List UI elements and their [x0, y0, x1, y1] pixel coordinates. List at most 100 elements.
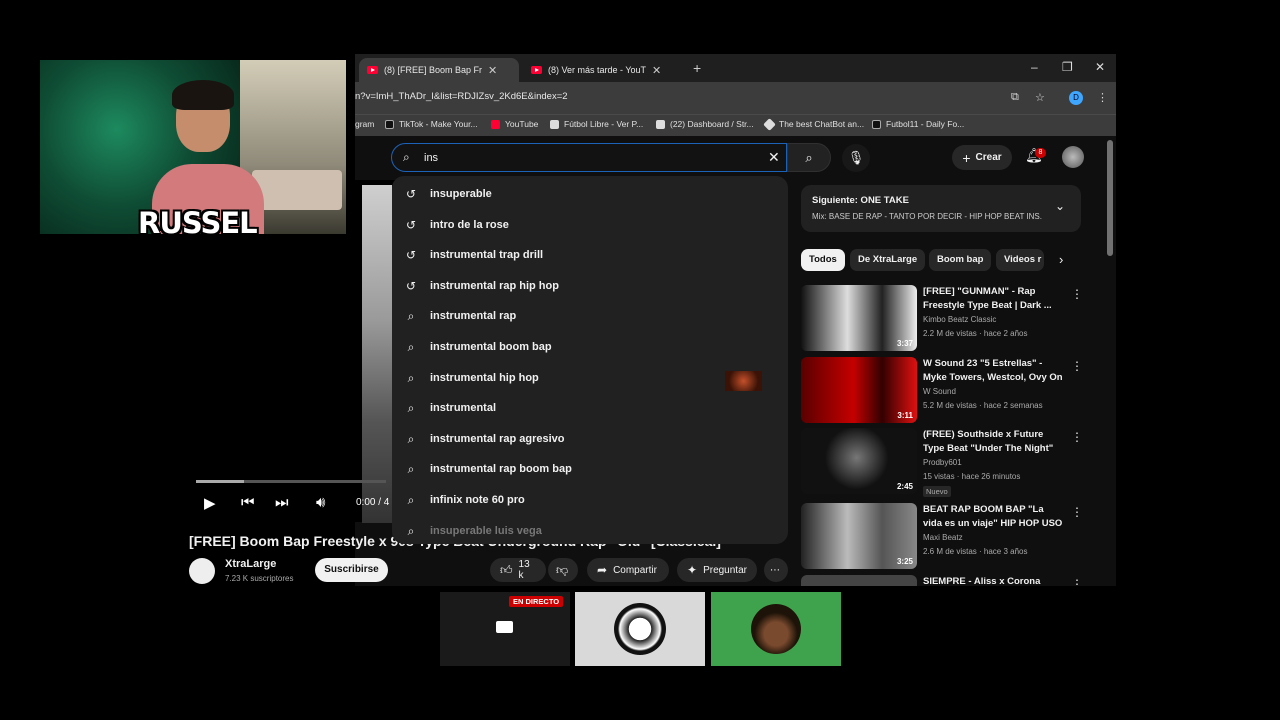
more-vertical-icon[interactable]: ⋮: [1071, 505, 1083, 519]
up-next-panel[interactable]: Siguiente: ONE TAKE Mix: BASE DE RAP - T…: [801, 185, 1081, 232]
chevron-down-icon[interactable]: ⌄: [1055, 199, 1065, 213]
live-thumbnail[interactable]: EN DIRECTO: [440, 592, 570, 666]
suggestion-item[interactable]: ⌕ infinix note 60 pro: [392, 485, 788, 515]
related-channel[interactable]: Kimbo Beatz Classic: [923, 315, 996, 324]
video-thumbnail[interactable]: 2:45: [801, 428, 917, 494]
dislike-button[interactable]: 👎︎: [548, 558, 578, 582]
bookmark-item[interactable]: TikTok - Make Your...: [385, 119, 478, 129]
related-video[interactable]: 3:11 W Sound 23 "5 Estrellas" - Myke Tow…: [801, 357, 1091, 425]
video-thumbnail[interactable]: [801, 575, 917, 586]
chevron-right-icon[interactable]: ›: [1059, 252, 1063, 267]
related-title[interactable]: (FREE) Southside x Future Type Beat "Und…: [923, 428, 1063, 456]
like-button[interactable]: 👍︎ 13 k: [490, 558, 546, 582]
share-button[interactable]: ➦ Compartir: [587, 558, 669, 582]
url-text[interactable]: n?v=ImH_ThADr_I&list=RDJIZsv_2Kd6E&index…: [355, 91, 568, 102]
thumbs-down-icon: 👎︎: [556, 562, 569, 577]
related-channel[interactable]: W Sound: [923, 387, 956, 396]
bookmark-item[interactable]: Futbol11 - Daily Fo...: [872, 119, 964, 129]
related-title[interactable]: [FREE] "GUNMAN" - Rap Freestyle Type Bea…: [923, 285, 1063, 313]
search-icon: ⌕: [407, 370, 415, 385]
related-title[interactable]: BEAT RAP BOOM BAP "La vida es un viaje" …: [923, 503, 1063, 531]
suggestion-item[interactable]: ⌕ instrumental rap agresivo: [392, 424, 788, 454]
suggestion-item[interactable]: ⌕ instrumental hip hop: [392, 363, 788, 393]
related-video[interactable]: 3:25 BEAT RAP BOOM BAP "La vida es un vi…: [801, 503, 1091, 571]
more-vertical-icon[interactable]: ⋮: [1071, 359, 1083, 373]
chip-todos[interactable]: Todos: [801, 249, 845, 271]
bookmarks-bar: gram TikTok - Make Your... YouTube Fútbo…: [355, 114, 1116, 136]
suggestion-item[interactable]: ⌕ insuperable luis vega: [392, 516, 788, 544]
related-channel[interactable]: Prodby601: [923, 458, 962, 467]
search-button[interactable]: ⌕: [787, 143, 831, 172]
install-app-icon[interactable]: ⧉: [1011, 91, 1019, 104]
address-bar[interactable]: n?v=ImH_ThADr_I&list=RDJIZsv_2Kd6E&index…: [355, 82, 1116, 114]
voice-search-button[interactable]: 🎙︎: [842, 144, 870, 172]
tab-ver-mas-tarde[interactable]: (8) Ver más tarde - YouTube ✕: [523, 58, 683, 82]
bookmark-item[interactable]: The best ChatBot an...: [763, 117, 864, 131]
chip-de-xtralarge[interactable]: De XtraLarge: [850, 249, 926, 271]
more-vertical-icon[interactable]: ⋮: [1071, 287, 1083, 301]
user-avatar[interactable]: [1062, 146, 1084, 168]
bookmark-star-icon[interactable]: ☆: [1035, 91, 1045, 104]
suggestion-item[interactable]: ⌕ instrumental boom bap: [392, 332, 788, 362]
subscribe-button[interactable]: Suscribirse: [315, 558, 388, 582]
suggestion-item[interactable]: ↺ instrumental trap drill: [392, 240, 788, 270]
search-icon: ⌕: [805, 150, 813, 165]
next-icon[interactable]: ⏭: [275, 494, 289, 511]
bookmark-item[interactable]: gram: [355, 119, 374, 129]
play-icon[interactable]: ▶: [204, 494, 216, 512]
search-icon: ⌕: [407, 492, 415, 507]
browser-menu-icon[interactable]: ⋮: [1097, 91, 1108, 104]
up-next-subtitle: Mix: BASE DE RAP - TANTO POR DECIR - HIP…: [812, 212, 1042, 221]
suggestion-item[interactable]: ⌕ instrumental rap boom bap: [392, 454, 788, 484]
related-video[interactable]: 2:45 (FREE) Southside x Future Type Beat…: [801, 428, 1091, 497]
video-frame[interactable]: [362, 185, 392, 523]
video-duration: 3:25: [896, 557, 913, 566]
progress-bar[interactable]: [196, 480, 386, 483]
more-actions-button[interactable]: ⋯: [764, 558, 788, 582]
restore-icon[interactable]: ❐: [1062, 60, 1073, 74]
avatar-thumbnail[interactable]: [711, 592, 841, 666]
related-title[interactable]: W Sound 23 "5 Estrellas" - Myke Towers, …: [923, 357, 1063, 385]
close-tab-icon[interactable]: ✕: [488, 64, 497, 77]
create-button[interactable]: + Crear: [952, 145, 1012, 170]
tab-boom-bap[interactable]: (8) [FREE] Boom Bap Freestyle x ✕: [359, 58, 519, 82]
suggestion-item[interactable]: ↺ instrumental rap hip hop: [392, 271, 788, 301]
suggestion-item[interactable]: ⌕ instrumental rap: [392, 301, 788, 331]
video-thumbnail[interactable]: 3:11: [801, 357, 917, 423]
volume-icon[interactable]: 🔊︎: [316, 494, 325, 511]
bookmark-item[interactable]: YouTube: [491, 119, 538, 129]
suggestion-text: instrumental boom bap: [430, 341, 552, 353]
browser-profile-avatar[interactable]: D: [1069, 91, 1083, 105]
channel-logo-thumbnail[interactable]: [575, 592, 705, 666]
close-window-icon[interactable]: ✕: [1095, 60, 1105, 74]
clear-search-icon[interactable]: ✕: [768, 149, 780, 166]
related-video[interactable]: SIEMPRE - Aliss x Corona ⋮: [801, 575, 1091, 586]
chip-boom-bap[interactable]: Boom bap: [929, 249, 992, 271]
ask-button[interactable]: ✦ Preguntar: [677, 558, 757, 582]
channel-name[interactable]: XtraLarge: [225, 558, 276, 570]
minimize-icon[interactable]: –: [1031, 60, 1038, 74]
related-title[interactable]: SIEMPRE - Aliss x Corona: [923, 575, 1063, 586]
new-tab-icon[interactable]: +: [693, 60, 701, 76]
tab-label: (8) Ver más tarde - YouTube: [548, 65, 646, 75]
previous-icon[interactable]: ⏮: [241, 494, 255, 511]
search-input[interactable]: [424, 149, 744, 167]
video-thumbnail[interactable]: 3:37: [801, 285, 917, 351]
suggestion-item[interactable]: ↺ intro de la rose: [392, 210, 788, 240]
video-thumbnail[interactable]: 3:25: [801, 503, 917, 569]
suggestion-item[interactable]: ↺ insuperable: [392, 179, 788, 209]
bookmark-item[interactable]: Fútbol Libre - Ver P...: [550, 119, 643, 129]
close-tab-icon[interactable]: ✕: [652, 64, 661, 77]
chip-videos[interactable]: Videos r: [996, 249, 1044, 271]
more-vertical-icon[interactable]: ⋮: [1071, 577, 1083, 586]
futbol-icon: [550, 119, 559, 129]
search-box[interactable]: ⌕ ✕: [391, 143, 787, 172]
bookmark-item[interactable]: (22) Dashboard / Str...: [656, 119, 754, 129]
suggestion-item[interactable]: ⌕ instrumental: [392, 393, 788, 423]
page-scrollbar[interactable]: [1107, 140, 1113, 256]
history-icon: ↺: [405, 218, 417, 232]
channel-avatar[interactable]: [189, 558, 215, 584]
related-video[interactable]: 3:37 [FREE] "GUNMAN" - Rap Freestyle Typ…: [801, 285, 1091, 353]
more-vertical-icon[interactable]: ⋮: [1071, 430, 1083, 444]
related-channel[interactable]: Maxi Beatz: [923, 533, 963, 542]
